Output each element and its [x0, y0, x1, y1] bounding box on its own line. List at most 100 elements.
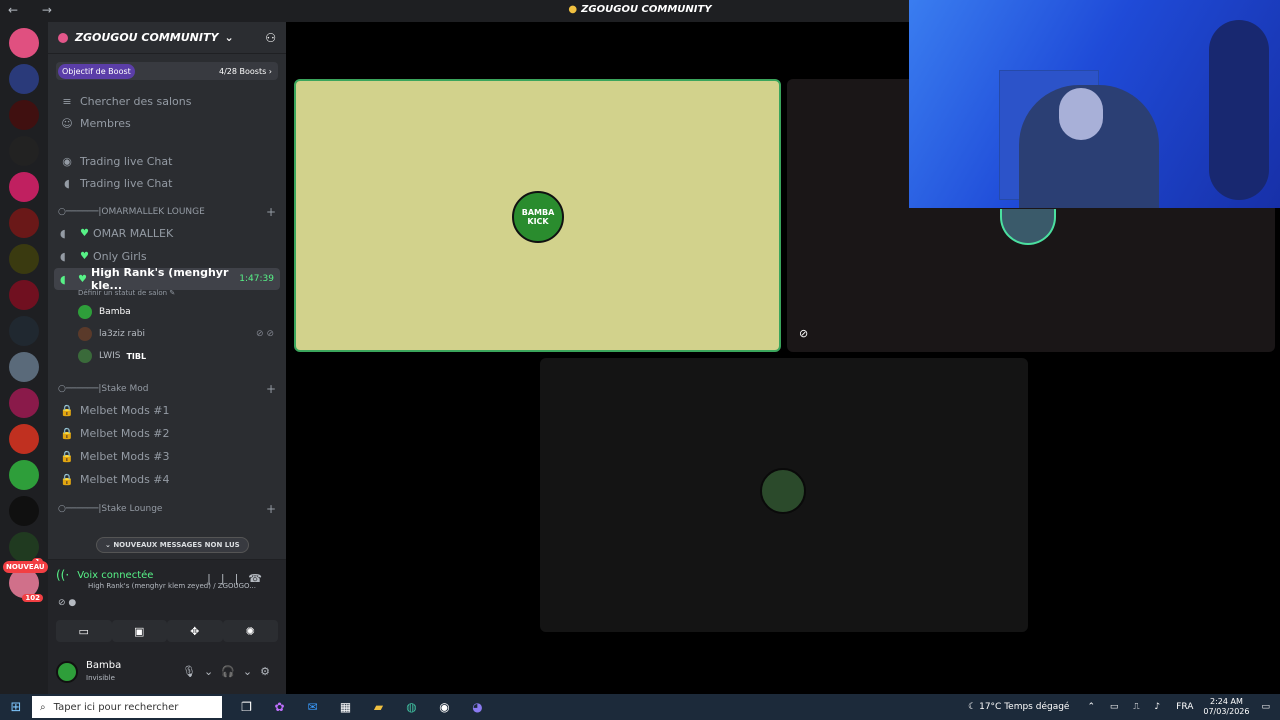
channel-melbet-4[interactable]: 🔒 Melbet Mods #4 — [48, 468, 286, 491]
webcam-overlay — [909, 0, 1280, 208]
guild-icon[interactable] — [9, 100, 39, 130]
channel-melbet-2[interactable]: 🔒 Melbet Mods #2 — [48, 422, 286, 445]
start-icon[interactable]: ⊞ — [0, 700, 32, 715]
call-timer: 1:47:39 — [239, 274, 274, 284]
server-name: ZGOUGOU COMMUNITY — [75, 31, 219, 44]
leaf-icon: ♥ — [80, 228, 89, 239]
new-messages-pill[interactable]: ⌄ NOUVEAUX MESSAGES NON LUS — [96, 537, 249, 553]
voice-status[interactable]: ((· Voix connectée — [56, 568, 153, 582]
guild-icon[interactable] — [9, 316, 39, 346]
copilot-icon[interactable]: ✿ — [263, 700, 296, 714]
speaker-icon: ◖ — [60, 250, 66, 263]
guild-icon[interactable] — [9, 352, 39, 382]
guild-icon[interactable] — [9, 172, 39, 202]
headphones-icon[interactable]: 🎧⌄ — [221, 665, 260, 678]
edge-icon[interactable]: ◍ — [395, 700, 428, 714]
deafened-icon: ⊘ ⊘ — [256, 329, 274, 339]
mic-icon[interactable]: 🎙⌄ — [182, 665, 221, 678]
gear-icon[interactable]: ⚙ — [260, 665, 278, 678]
explorer-icon[interactable]: ▰ — [362, 700, 395, 714]
voice-channel-high-rank[interactable]: ◖ ♥ High Rank's (menghyr kle... 1:47:39 — [54, 266, 280, 292]
guild-icon[interactable] — [9, 460, 39, 490]
boost-goal: Objectif de Boost — [58, 63, 135, 79]
channel-melbet-3[interactable]: 🔒 Melbet Mods #3 — [48, 445, 286, 468]
avatar — [78, 349, 92, 363]
obs-icon[interactable]: ◉ — [428, 700, 461, 714]
add-member-icon[interactable]: ⚇ — [265, 31, 276, 45]
add-channel-icon[interactable]: + — [266, 205, 276, 219]
guild-icon[interactable] — [9, 28, 39, 58]
activities-button[interactable]: ✥ — [167, 620, 223, 642]
lock-icon: 🔒 — [60, 404, 74, 417]
server-header[interactable]: ZGOUGOU COMMUNITY ⌄ ⚇ — [48, 22, 286, 54]
leaf-icon: ♥ — [80, 251, 89, 262]
speaker-icon: ◖ — [60, 227, 66, 240]
participant-tile[interactable] — [540, 358, 1028, 632]
guild-icon[interactable] — [9, 424, 39, 454]
server-icon — [58, 32, 68, 43]
boost-bar[interactable]: Objectif de Boost 4/28 Boosts › — [56, 62, 278, 80]
guild-icon[interactable] — [9, 136, 39, 166]
voice-channel-omar[interactable]: ◖ ♥ OMAR MALLEK — [48, 222, 286, 245]
disconnect-icon[interactable]: ☎ — [248, 572, 272, 585]
voice-channel-only-girls[interactable]: ◖ ♥ Only Girls — [48, 245, 286, 268]
soundboard-button[interactable]: ✺ — [222, 620, 278, 642]
avatar[interactable] — [56, 660, 78, 683]
guild-icon[interactable] — [9, 496, 39, 526]
language-indicator[interactable]: FRA — [1176, 702, 1193, 712]
store-icon[interactable]: ▦ — [329, 700, 362, 714]
tray-icons[interactable]: ⌃ ▭ ⎍ ♪ — [1087, 702, 1166, 712]
user-tag: TIBL — [126, 351, 147, 361]
channel-trading-1[interactable]: ◉ Trading live Chat — [48, 150, 286, 172]
channel-melbet-1[interactable]: 🔒 Melbet Mods #1 — [48, 399, 286, 422]
server-emoji-icon: ● — [568, 4, 578, 15]
server-list: 1 102 NOUVEAU — [0, 22, 48, 694]
discord-icon[interactable]: ◕ — [461, 700, 494, 714]
guild-icon[interactable] — [9, 280, 39, 310]
guild-icon[interactable] — [9, 208, 39, 238]
user-panel: Bamba Invisible 🎙⌄🎧⌄⚙ — [48, 649, 286, 694]
voice-actions: |||☎ — [207, 572, 272, 585]
guild-icon[interactable]: 1 — [9, 532, 43, 566]
guild-icon[interactable] — [9, 64, 39, 94]
new-badge[interactable]: NOUVEAU — [3, 561, 48, 573]
pinned-apps: ❐ ✿ ✉ ▦ ▰ ◍ ◉ ◕ — [230, 700, 494, 714]
outlook-icon[interactable]: ✉ — [296, 700, 329, 714]
windows-taskbar: ⊞ ⌕ Taper ici pour rechercher ❐ ✿ ✉ ▦ ▰ ◍… — [0, 694, 1280, 720]
user-names[interactable]: Bamba Invisible — [86, 660, 121, 684]
voice-user[interactable]: la3ziz rabi ⊘ ⊘ — [48, 323, 286, 345]
members[interactable]: ☺ Membres — [48, 112, 286, 134]
participant-tile[interactable]: BAMBA KICK — [294, 79, 781, 352]
boost-count: 4/28 Boosts › — [218, 66, 272, 76]
voice-user[interactable]: LWIS TIBL — [48, 345, 286, 367]
category-lounge[interactable]: ○──────|OMARMALLEK LOUNGE + — [48, 202, 286, 222]
lock-icon: 🔒 — [60, 427, 74, 440]
weather[interactable]: ☾ 17°C Temps dégagé — [968, 702, 1069, 712]
browse-channels[interactable]: ≡ Chercher des salons — [48, 90, 286, 112]
noise-suppression-icon[interactable]: ||| — [207, 572, 248, 585]
lock-icon: 🔒 — [60, 450, 74, 463]
channel-trading-2[interactable]: ◖ Trading live Chat — [48, 172, 286, 194]
camera-button[interactable]: ▭ — [56, 620, 112, 642]
category-stake-lounge[interactable]: ○──────|Stake Lounge + — [48, 499, 286, 519]
voice-user[interactable]: Bamba — [48, 301, 286, 323]
search-input[interactable]: ⌕ Taper ici pour rechercher — [32, 696, 222, 718]
notification-icon[interactable]: ▭ — [1261, 702, 1270, 712]
signal-icon: ((· — [56, 568, 70, 582]
guild-icon[interactable] — [9, 388, 39, 418]
avatar — [1000, 209, 1056, 245]
add-channel-icon[interactable]: + — [266, 382, 276, 396]
category-stake-mod[interactable]: ○──────|Stake Mod + — [48, 379, 286, 399]
voice-user-icons: ⊘ ● — [58, 598, 77, 608]
avatar: BAMBA KICK — [512, 191, 564, 243]
speaker-icon: ◖ — [60, 272, 66, 286]
lock-icon: 🔒 — [60, 473, 74, 486]
clock[interactable]: 2:24 AM 07/03/2026 — [1203, 697, 1249, 717]
screen-share-button[interactable]: ▣ — [111, 620, 167, 642]
guild-icon[interactable] — [9, 244, 39, 274]
task-view-icon[interactable]: ❐ — [230, 700, 263, 714]
avatar — [78, 305, 92, 319]
user-controls: 🎙⌄🎧⌄⚙ — [182, 665, 278, 678]
add-channel-icon[interactable]: + — [266, 502, 276, 516]
channel-status-prompt[interactable]: Définir un statut de salon ✎ — [48, 289, 286, 301]
